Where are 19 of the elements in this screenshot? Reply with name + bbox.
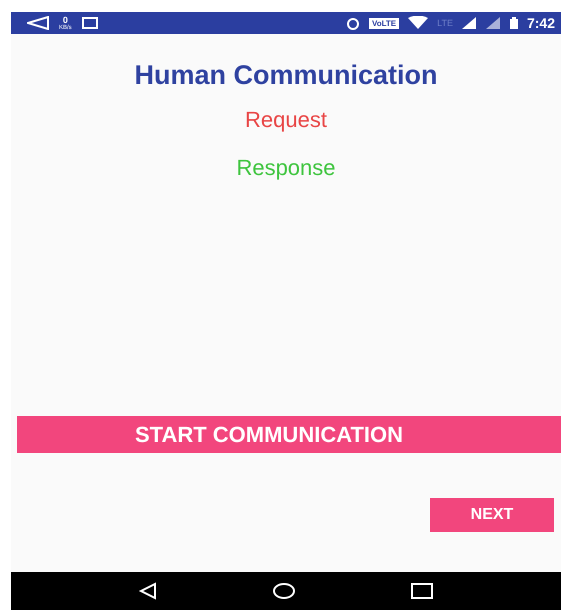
page-title: Human Communication xyxy=(134,60,438,91)
next-button[interactable]: NEXT xyxy=(430,498,554,532)
wifi-icon xyxy=(407,16,430,30)
clock-time: 7:42 xyxy=(526,15,555,31)
image-icon xyxy=(82,17,98,29)
volte-badge: VoLTE xyxy=(368,18,400,28)
network-label: LTE xyxy=(437,18,453,28)
recents-icon[interactable] xyxy=(411,583,433,599)
start-communication-button[interactable]: START COMMUNICATION xyxy=(17,416,561,453)
back-arrow-icon xyxy=(27,16,49,30)
alarm-icon xyxy=(344,16,361,30)
back-icon[interactable] xyxy=(139,582,157,600)
request-label: Request xyxy=(245,107,327,133)
signal-icon xyxy=(484,16,501,30)
speed-value: 0 xyxy=(62,16,68,24)
home-icon[interactable] xyxy=(273,582,295,600)
signal-icon xyxy=(460,16,477,30)
battery-icon xyxy=(508,16,519,30)
response-label: Response xyxy=(236,155,336,181)
